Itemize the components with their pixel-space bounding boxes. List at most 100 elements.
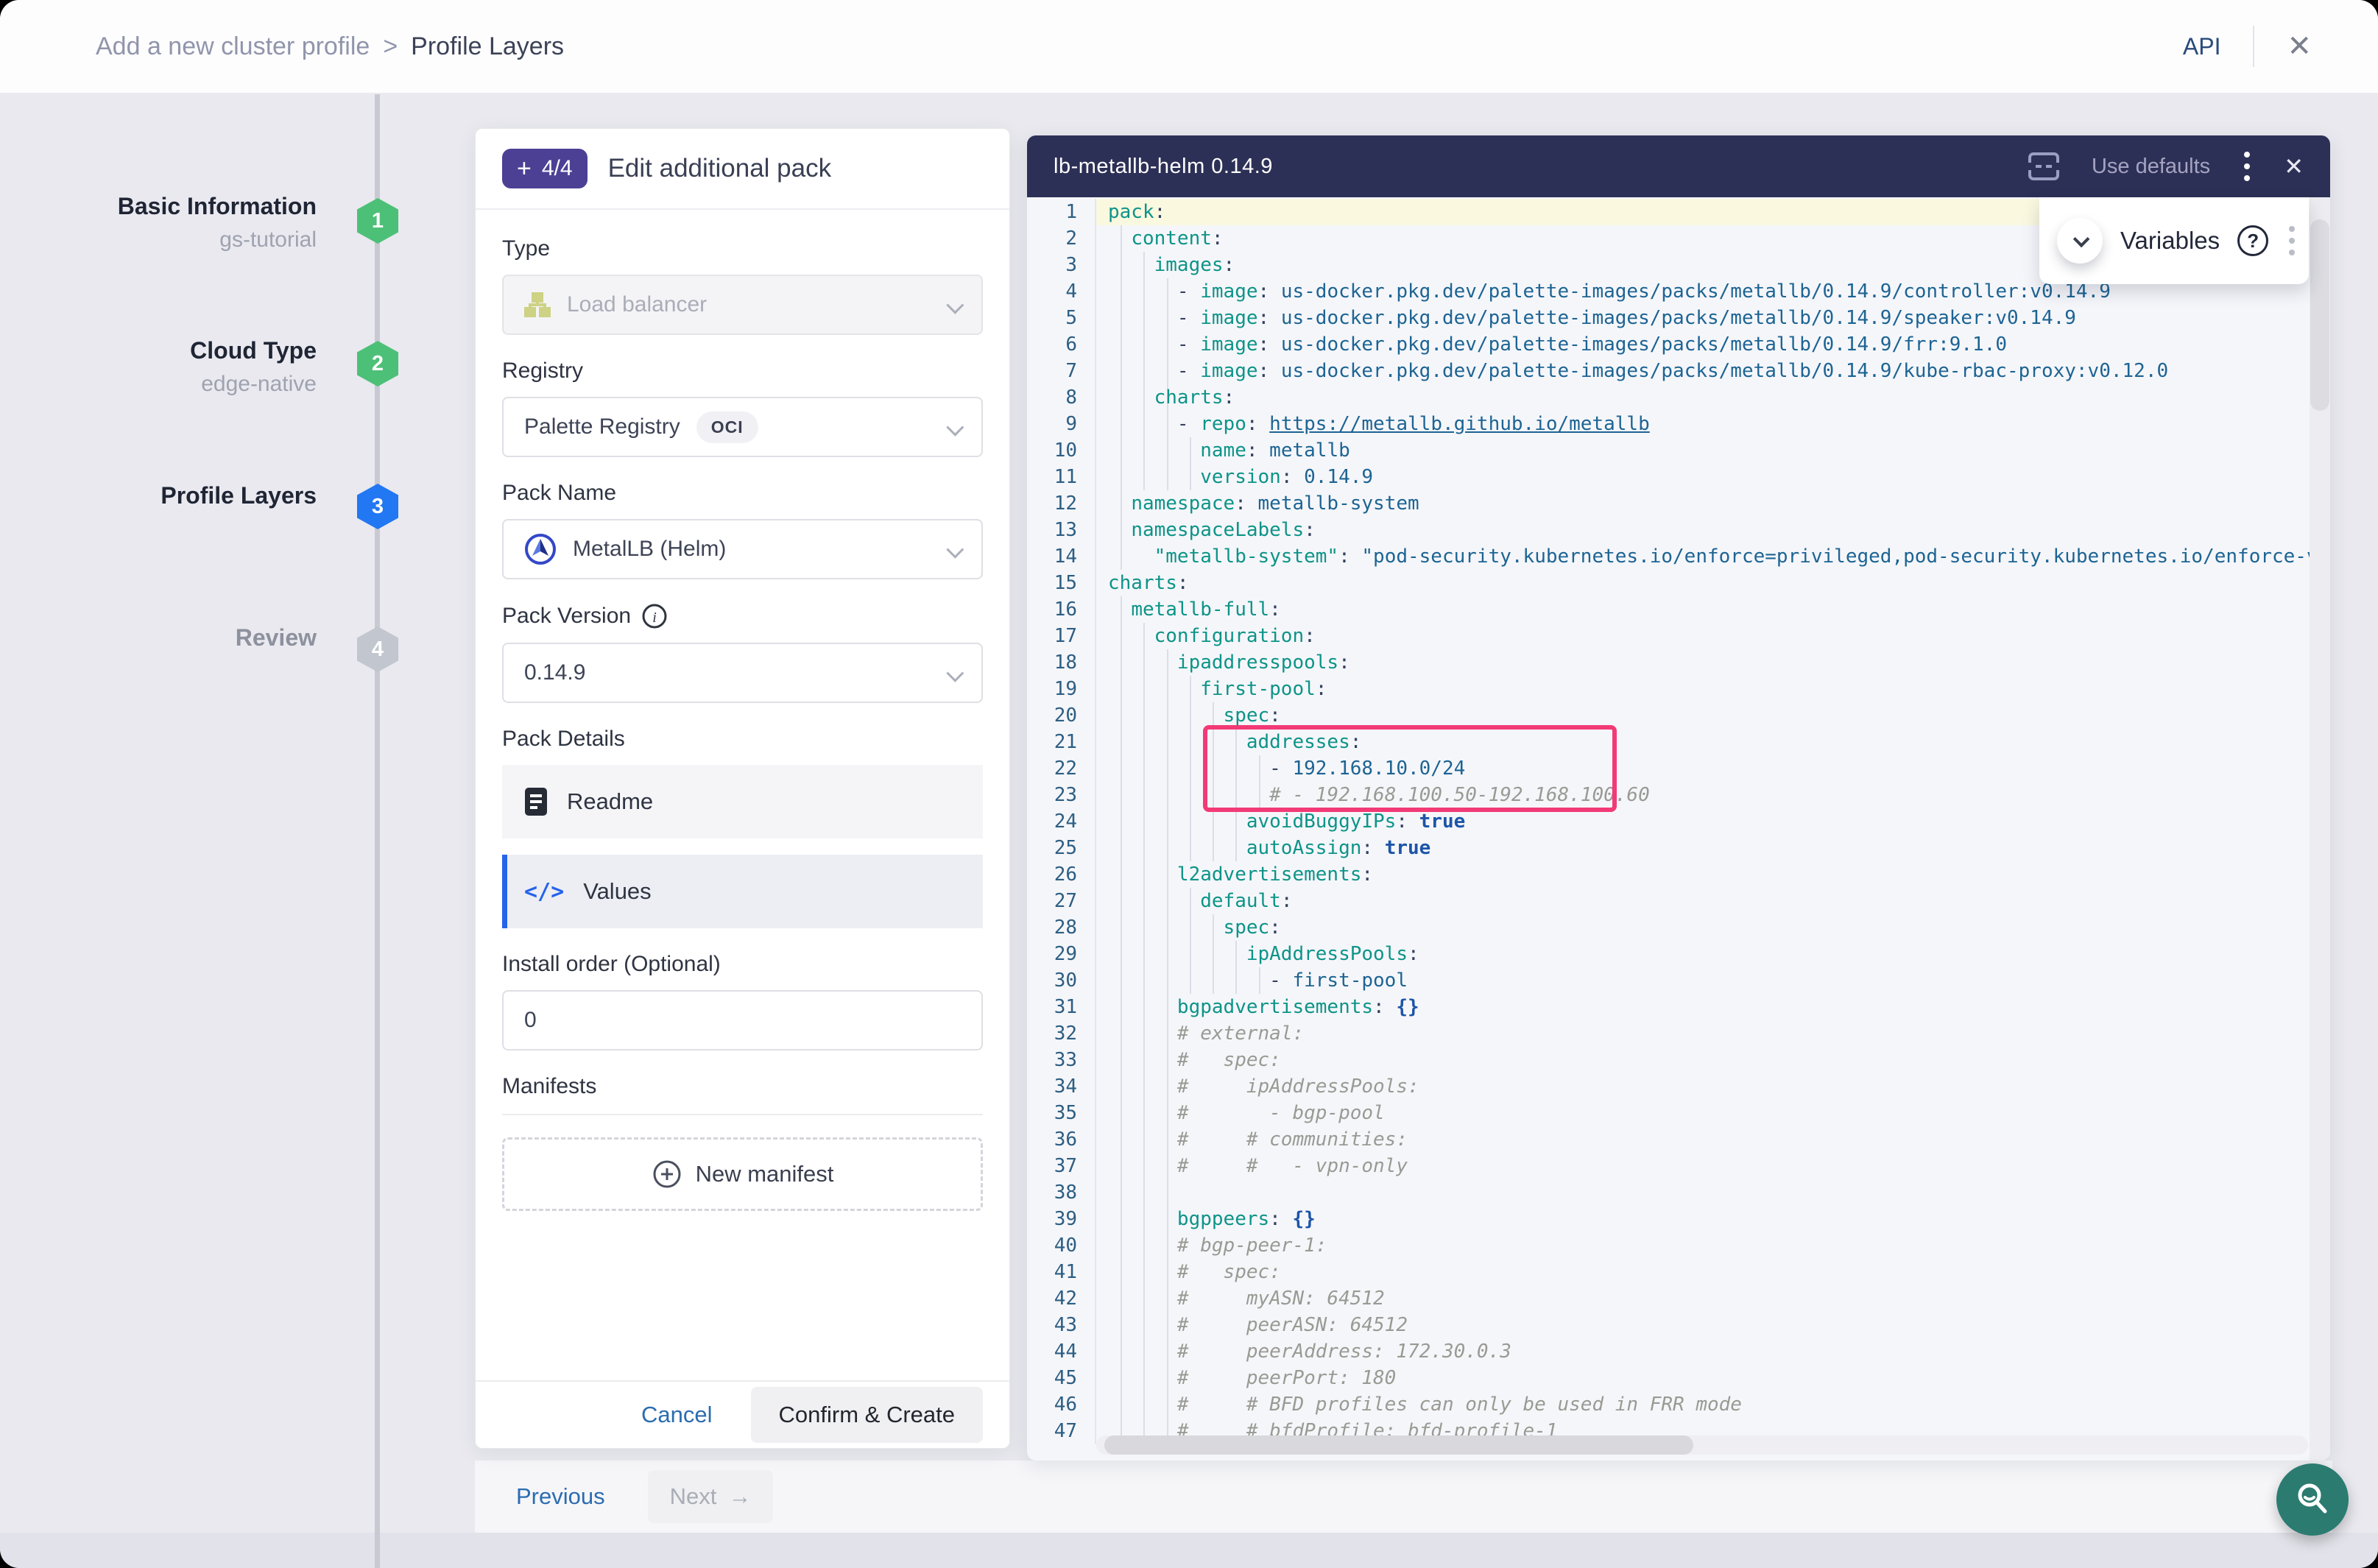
- code-line[interactable]: 28 spec:: [1027, 914, 2330, 941]
- code-line[interactable]: 21 addresses:: [1027, 729, 2330, 755]
- code-line[interactable]: 19 first-pool:: [1027, 676, 2330, 702]
- search-fab-button[interactable]: [2276, 1463, 2349, 1536]
- code-line[interactable]: 31 bgpadvertisements: {}: [1027, 994, 2330, 1020]
- code-line[interactable]: 20 spec:: [1027, 702, 2330, 729]
- next-button[interactable]: Next →: [648, 1470, 774, 1523]
- info-icon[interactable]: i: [641, 603, 668, 629]
- step-cloud-type[interactable]: Cloud Type edge-native: [59, 337, 317, 397]
- code-line-content: # - 192.168.100.50-192.168.100.60: [1095, 782, 2330, 808]
- code-line[interactable]: 42 # myASN: 64512: [1027, 1285, 2330, 1312]
- chevron-down-icon: [946, 297, 964, 314]
- pack-name-select[interactable]: MetalLB (Helm): [502, 519, 983, 579]
- code-line[interactable]: 17 configuration:: [1027, 623, 2330, 649]
- code-line[interactable]: 14 "metallb-system": "pod-security.kuber…: [1027, 543, 2330, 570]
- code-line-content: # external:: [1095, 1020, 2330, 1047]
- code-line[interactable]: 15charts:: [1027, 570, 2330, 596]
- chevron-down-icon: [946, 665, 964, 682]
- code-line[interactable]: 27 default:: [1027, 888, 2330, 914]
- code-line[interactable]: 18 ipaddresspools:: [1027, 649, 2330, 676]
- line-number: 25: [1027, 835, 1095, 861]
- editor-close-icon[interactable]: ✕: [2284, 155, 2304, 178]
- code-line[interactable]: 9 - repo: https://metallb.github.io/meta…: [1027, 411, 2330, 437]
- step-badge-1[interactable]: 1: [357, 198, 398, 244]
- code-line[interactable]: 29 ipAddressPools:: [1027, 941, 2330, 967]
- code-line[interactable]: 36 # # communities:: [1027, 1126, 2330, 1153]
- code-line[interactable]: 7 - image: us-docker.pkg.dev/palette-ima…: [1027, 358, 2330, 384]
- breadcrumb-parent[interactable]: Add a new cluster profile: [96, 32, 370, 61]
- code-line[interactable]: 13 namespaceLabels:: [1027, 517, 2330, 543]
- code-line[interactable]: 8 charts:: [1027, 384, 2330, 411]
- step-badge-4[interactable]: 4: [357, 626, 398, 672]
- code-line-content: # # communities:: [1095, 1126, 2330, 1153]
- code-line[interactable]: 26 l2advertisements:: [1027, 861, 2330, 888]
- code-line[interactable]: 16 metallb-full:: [1027, 596, 2330, 623]
- code-line[interactable]: 12 namespace: metallb-system: [1027, 490, 2330, 517]
- install-order-input[interactable]: 0: [502, 990, 983, 1050]
- code-line[interactable]: 43 # peerASN: 64512: [1027, 1312, 2330, 1338]
- pack-version-select[interactable]: 0.14.9: [502, 643, 983, 703]
- code-line[interactable]: 33 # spec:: [1027, 1047, 2330, 1073]
- code-line[interactable]: 37 # # - vpn-only: [1027, 1153, 2330, 1179]
- code-line[interactable]: 46 # # BFD profiles can only be used in …: [1027, 1391, 2330, 1418]
- code-line[interactable]: 30 - first-pool: [1027, 967, 2330, 994]
- kebab-menu-icon[interactable]: [2241, 149, 2253, 184]
- code-line[interactable]: 45 # peerPort: 180: [1027, 1365, 2330, 1391]
- new-manifest-button[interactable]: New manifest: [502, 1137, 983, 1211]
- code-line[interactable]: 6 - image: us-docker.pkg.dev/palette-ima…: [1027, 331, 2330, 358]
- step-basic-information[interactable]: Basic Information gs-tutorial: [59, 193, 317, 252]
- code-line[interactable]: 39 bgppeers: {}: [1027, 1206, 2330, 1232]
- tab-values[interactable]: </> Values: [502, 855, 983, 928]
- code-line-content: - image: us-docker.pkg.dev/palette-image…: [1095, 305, 2330, 331]
- code-line[interactable]: 11 version: 0.14.9: [1027, 464, 2330, 490]
- use-defaults-button[interactable]: Use defaults: [2092, 155, 2210, 179]
- code-line[interactable]: 23 # - 192.168.100.50-192.168.100.60: [1027, 782, 2330, 808]
- stepper-line: [375, 94, 380, 1568]
- code-line-content: # spec:: [1095, 1259, 2330, 1285]
- code-line[interactable]: 10 name: metallb: [1027, 437, 2330, 464]
- previous-button[interactable]: Previous: [516, 1483, 605, 1510]
- horizontal-scrollbar-thumb[interactable]: [1104, 1435, 1693, 1455]
- code-line-content: spec:: [1095, 914, 2330, 941]
- panel-title: Edit additional pack: [608, 154, 832, 183]
- code-line[interactable]: 44 # peerAddress: 172.30.0.3: [1027, 1338, 2330, 1365]
- code-line[interactable]: 22 - 192.168.10.0/24: [1027, 755, 2330, 782]
- step-profile-layers[interactable]: Profile Layers: [59, 482, 317, 509]
- code-line[interactable]: 35 # - bgp-pool: [1027, 1100, 2330, 1126]
- registry-label: Registry: [502, 359, 983, 384]
- code-line[interactable]: 5 - image: us-docker.pkg.dev/palette-ima…: [1027, 305, 2330, 331]
- code-line[interactable]: 34 # ipAddressPools:: [1027, 1073, 2330, 1100]
- close-icon[interactable]: ✕: [2287, 32, 2312, 61]
- help-icon[interactable]: ?: [2237, 225, 2268, 256]
- collapse-chevron-button[interactable]: [2057, 218, 2103, 264]
- line-number: 12: [1027, 490, 1095, 517]
- tab-readme[interactable]: Readme: [502, 765, 983, 838]
- install-order-label: Install order (Optional): [502, 952, 983, 977]
- registry-select[interactable]: Palette Registry OCI: [502, 397, 983, 457]
- code-lines: 1pack:2 content:3 images:4 - image: us-d…: [1027, 197, 2330, 1444]
- variables-kebab-icon[interactable]: [2286, 223, 2298, 258]
- type-select[interactable]: Load balancer: [502, 275, 983, 335]
- step-badge-2[interactable]: 2: [357, 341, 398, 386]
- code-line[interactable]: 41 # spec:: [1027, 1259, 2330, 1285]
- chevron-down-icon: [2073, 231, 2090, 248]
- api-button[interactable]: API: [2183, 33, 2221, 60]
- diff-view-icon[interactable]: [2027, 151, 2061, 182]
- code-line[interactable]: 38: [1027, 1179, 2330, 1206]
- step-badge-3[interactable]: 3: [357, 484, 398, 529]
- step-review[interactable]: Review: [59, 624, 317, 651]
- code-line[interactable]: 24 avoidBuggyIPs: true: [1027, 808, 2330, 835]
- code-line-content: # # - vpn-only: [1095, 1153, 2330, 1179]
- vertical-scrollbar[interactable]: [2310, 197, 2330, 1461]
- breadcrumb-current: Profile Layers: [411, 32, 564, 61]
- confirm-create-button[interactable]: Confirm & Create: [751, 1387, 983, 1443]
- code-line[interactable]: 25 autoAssign: true: [1027, 835, 2330, 861]
- code-line-content: namespaceLabels:: [1095, 517, 2330, 543]
- code-line[interactable]: 32 # external:: [1027, 1020, 2330, 1047]
- line-number: 30: [1027, 967, 1095, 994]
- code-line-content: default:: [1095, 888, 2330, 914]
- code-line[interactable]: 40 # bgp-peer-1:: [1027, 1232, 2330, 1259]
- vertical-scrollbar-thumb[interactable]: [2310, 219, 2329, 411]
- cancel-button[interactable]: Cancel: [641, 1402, 713, 1428]
- chevron-down-icon: [946, 419, 964, 437]
- line-number: 39: [1027, 1206, 1095, 1232]
